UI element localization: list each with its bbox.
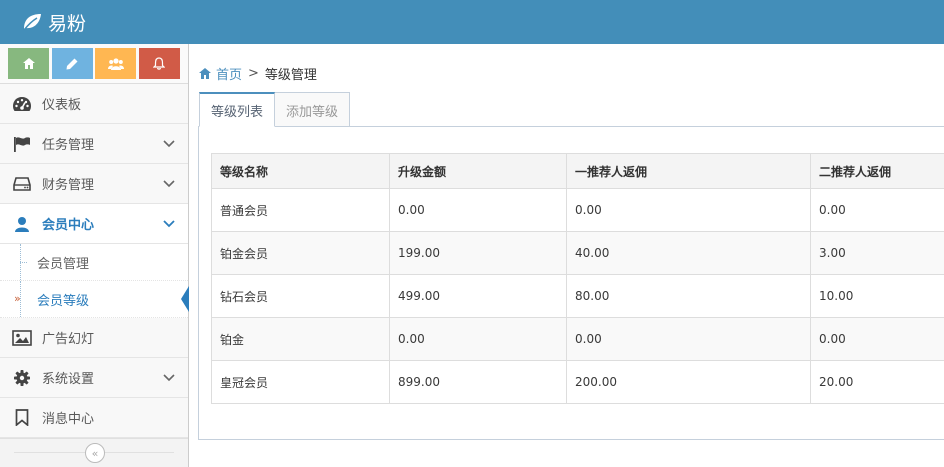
top-navbar: 易粉 [0,0,944,44]
leaf-icon [23,14,41,31]
table-row: 铂金 0.00 0.00 0.00 [211,317,944,361]
shortcut-home-button[interactable] [8,48,49,79]
column-header-upgrade-amount: 升级金额 [389,153,567,189]
level-table: 等级名称 升级金额 一推荐人返佣 二推荐人返佣 普通会员 0.00 0.00 0… [211,153,944,404]
table-header-row: 等级名称 升级金额 一推荐人返佣 二推荐人返佣 [211,153,944,189]
dashboard-icon [12,94,32,114]
table-row: 钻石会员 499.00 80.00 10.00 [211,274,944,318]
flag-icon [12,134,32,154]
table-cell: 铂金 [211,317,390,361]
sidebar-item-label: 系统设置 [42,372,95,387]
table-cell: 皇冠会员 [211,360,390,404]
sidebar-item-label: 广告幻灯 [42,332,95,347]
tab-content-panel: 等级名称 升级金额 一推荐人返佣 二推荐人返佣 普通会员 0.00 0.00 0… [198,126,944,440]
table-cell: 499.00 [389,274,567,318]
sidebar-shortcuts [0,44,188,84]
sidebar-item-messages[interactable]: 消息中心 [0,398,188,438]
double-angle-right-icon: » [14,292,21,305]
sidebar-item-system-settings[interactable]: 系统设置 [0,358,188,398]
cog-icon [12,368,32,388]
bell-icon [153,57,166,70]
picture-icon [12,328,32,348]
sidebar-item-label: 财务管理 [42,178,95,193]
double-angle-left-icon[interactable]: « [85,443,105,463]
sidebar-item-member-center[interactable]: 会员中心 [0,204,188,244]
table-cell: 40.00 [566,231,811,275]
table-cell: 0.00 [389,317,567,361]
breadcrumb-current: 等级管理 [264,68,317,83]
sidebar-subitem-member-management[interactable]: 会员管理 [0,244,188,281]
hdd-icon [12,174,32,194]
chevron-down-icon [162,137,176,151]
sidebar-item-ad-slides[interactable]: 广告幻灯 [0,318,188,358]
shortcut-bell-button[interactable] [138,48,180,79]
chevron-down-icon [162,177,176,191]
shortcut-pencil-button[interactable] [51,48,93,79]
sidebar-item-label: 会员中心 [42,218,95,233]
sidebar-collapse-bar: « [0,438,188,467]
sidebar-item-label: 仪表板 [42,98,82,113]
table-cell: 199.00 [389,231,567,275]
shortcut-users-button[interactable] [95,48,137,79]
column-header-first-referrer-commission: 一推荐人返佣 [566,153,811,189]
tab-add-level[interactable]: 添加等级 [274,92,351,127]
tab-level-list[interactable]: 等级列表 [199,92,276,127]
sidebar-subitem-member-level[interactable]: » 会员等级 [0,281,189,318]
tab-bar: 等级列表 添加等级 [199,92,351,127]
table-row: 普通会员 0.00 0.00 0.00 [211,188,944,232]
table-cell: 钻石会员 [211,274,390,318]
home-icon [199,68,211,79]
pencil-icon [66,58,78,69]
table-cell: 0.00 [389,188,567,232]
breadcrumb-separator: > [248,66,259,81]
table-cell: 0.00 [566,317,811,361]
column-header-level-name: 等级名称 [211,153,390,189]
breadcrumb-home-link[interactable]: 首页 [199,64,242,83]
app-name: 易粉 [48,12,87,35]
sidebar-subitem-label: 会员等级 [37,293,90,309]
table-cell: 3.00 [810,231,944,275]
bookmark-icon [12,408,32,428]
table-cell: 20.00 [810,360,944,404]
sidebar-item-finance[interactable]: 财务管理 [0,164,188,204]
sidebar-item-label: 任务管理 [42,138,95,153]
sidebar-subitem-label: 会员管理 [37,256,90,272]
column-header-second-referrer-commission: 二推荐人返佣 [810,153,944,189]
sidebar-item-label: 消息中心 [42,412,95,427]
table-cell: 铂金会员 [211,231,390,275]
table-row: 皇冠会员 899.00 200.00 20.00 [211,360,944,404]
table-cell: 10.00 [810,274,944,318]
breadcrumb-home-label: 首页 [216,68,243,83]
table-cell: 80.00 [566,274,811,318]
table-cell: 200.00 [566,360,811,404]
table-row: 铂金会员 199.00 40.00 3.00 [211,231,944,275]
sidebar-item-dashboard[interactable]: 仪表板 [0,84,188,124]
chevron-down-icon [162,217,176,231]
user-icon [12,214,32,234]
table-cell: 普通会员 [211,188,390,232]
table-cell: 0.00 [566,188,811,232]
table-cell: 0.00 [810,188,944,232]
brand-logo[interactable]: 易粉 [22,9,86,36]
chevron-down-icon [162,371,176,385]
table-cell: 0.00 [810,317,944,361]
sidebar: 仪表板 任务管理 财务管理 会员中心 会员管理 » 会员等级 广告幻灯 系统设置… [0,44,189,467]
home-icon [22,58,35,69]
sidebar-item-tasks[interactable]: 任务管理 [0,124,188,164]
table-cell: 899.00 [389,360,567,404]
active-pointer-icon [181,286,189,312]
breadcrumb: 首页 > 等级管理 [199,64,317,83]
users-icon [107,57,124,70]
